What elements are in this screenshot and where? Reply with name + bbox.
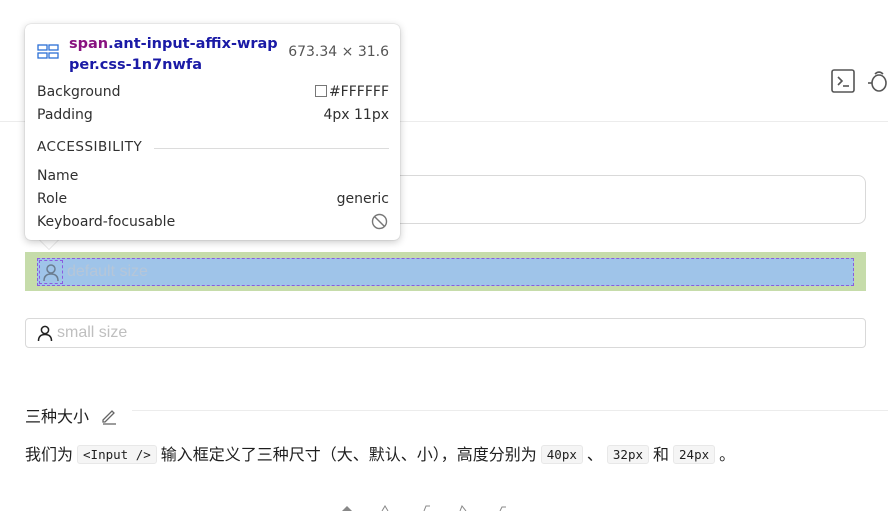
default-size-input[interactable] — [37, 258, 854, 286]
section-description: 我们为 <Input /> 输入框定义了三种尺寸（大、默认、小），高度分别为 40px… — [25, 445, 736, 464]
inspect-tooltip: span.ant-input-affix-wrapper.css-1n7nwfa… — [25, 24, 400, 240]
user-icon — [39, 260, 63, 284]
small-input-placeholder: small size — [57, 324, 128, 341]
tooltip-padding-value: 4px 11px — [323, 107, 389, 123]
user-icon — [35, 323, 55, 348]
tooltip-background-label: Background — [37, 84, 121, 100]
not-focusable-icon — [371, 213, 388, 234]
element-layout-icon — [37, 44, 59, 64]
bottom-toolbar-fragment — [340, 498, 520, 512]
small-size-input[interactable]: small size — [25, 318, 866, 348]
code-large-height: 40px — [540, 445, 583, 464]
color-swatch — [314, 85, 327, 97]
bug-icon[interactable] — [866, 68, 888, 94]
section-title: 三种大小 — [25, 407, 90, 426]
accessibility-divider — [154, 148, 389, 149]
tooltip-padding-label: Padding — [37, 107, 93, 123]
code-default-height: 32px — [606, 445, 649, 464]
edit-icon[interactable] — [100, 407, 118, 429]
a11y-name-label: Name — [37, 168, 79, 184]
tooltip-dimensions: 673.34 × 31.6 — [288, 44, 389, 60]
tooltip-background-value: #FFFFFF — [314, 84, 389, 100]
a11y-keyboard-label: Keyboard-focusable — [37, 214, 176, 230]
accessibility-heading: ACCESSIBILITY — [37, 139, 143, 155]
code-small-height: 24px — [673, 445, 716, 464]
section-title-row: 三种大小 — [25, 403, 118, 429]
tooltip-selector: span.ant-input-affix-wrapper.css-1n7nwfa — [69, 36, 278, 73]
a11y-role-label: Role — [37, 191, 68, 207]
code-input-component: <Input /> — [77, 445, 157, 464]
terminal-icon[interactable] — [830, 68, 856, 94]
section-divider — [132, 410, 888, 411]
default-input-placeholder: default size — [67, 263, 148, 280]
a11y-role-value: generic — [336, 191, 389, 207]
